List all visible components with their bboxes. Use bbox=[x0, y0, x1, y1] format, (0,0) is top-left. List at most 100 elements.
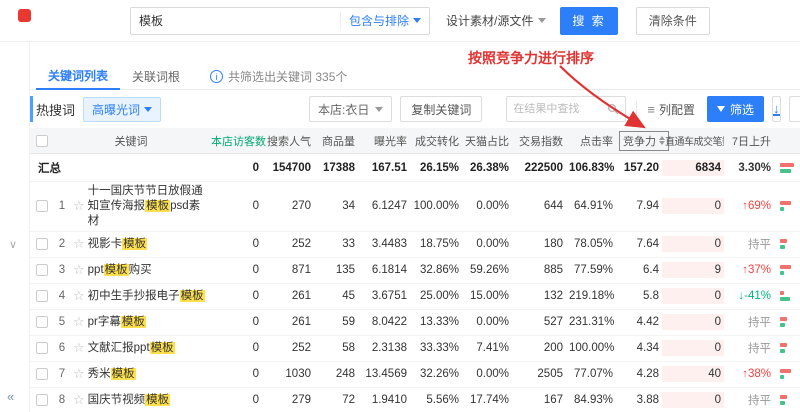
trend-bars bbox=[774, 237, 800, 251]
find-in-results-input[interactable] bbox=[513, 103, 607, 115]
search-icon[interactable] bbox=[607, 103, 619, 115]
table-row[interactable]: 8 ☆ 国庆节视频模板 0 279 72 1.9410 5.56% 17.74%… bbox=[30, 388, 800, 412]
row-checkbox[interactable] bbox=[36, 200, 48, 212]
col-header-keyword[interactable]: 关键词 bbox=[54, 131, 208, 151]
keyword-cell: ☆ 国庆节视频模板 bbox=[70, 390, 208, 410]
include-exclude-select[interactable]: 包含与排除 bbox=[340, 12, 429, 30]
col-header-conversion[interactable]: 成交转化 bbox=[410, 131, 462, 151]
cell-search: 261 bbox=[262, 314, 314, 330]
visualization-settings-button[interactable]: 可视化设置 bbox=[789, 96, 800, 122]
cell-7day-rise: 持平 bbox=[724, 312, 774, 332]
search-button[interactable]: 搜 索 bbox=[560, 7, 617, 35]
row-checkbox[interactable] bbox=[36, 342, 48, 354]
col-header-visitors[interactable]: 本店访客数 bbox=[208, 131, 262, 151]
column-config-button[interactable]: ≡ 列配置 bbox=[636, 101, 695, 118]
cell-7day-rise: 3.30% bbox=[724, 160, 774, 176]
cell-competitiveness: 3.88 bbox=[616, 392, 662, 408]
keyword-highlight: 模板 bbox=[121, 316, 146, 328]
row-checkbox[interactable] bbox=[36, 290, 48, 302]
row-checkbox[interactable] bbox=[36, 238, 48, 250]
table-row[interactable]: 4 ☆ 初中生手抄报电子模板 0 261 45 3.6751 25.00% 15… bbox=[30, 284, 800, 310]
star-icon[interactable]: ☆ bbox=[73, 262, 85, 278]
keyword-search-input[interactable] bbox=[131, 14, 340, 28]
col-header-tmall[interactable]: 天猫占比 bbox=[462, 131, 512, 151]
row-checkbox[interactable] bbox=[36, 368, 48, 380]
trend-bars bbox=[774, 199, 800, 213]
table-toolbar: 热搜词 高曝光词 本店:衣日 复制关键词 ≡ 列配置 bbox=[30, 90, 800, 128]
star-icon[interactable]: ☆ bbox=[73, 366, 85, 382]
summary-label: 汇总 bbox=[30, 158, 208, 178]
row-checkbox[interactable] bbox=[36, 264, 48, 276]
cell-competitiveness: 4.28 bbox=[616, 366, 662, 382]
col-header-exposure[interactable]: 曝光率 bbox=[358, 131, 410, 151]
cell-competitiveness: 4.34 bbox=[616, 340, 662, 356]
table-row[interactable]: 7 ☆ 秀米模板 0 1030 248 13.4569 32.26% 0.00%… bbox=[30, 362, 800, 388]
cell-products: 17388 bbox=[314, 160, 358, 176]
star-icon[interactable]: ☆ bbox=[73, 314, 85, 330]
shop-select-label: 本店:衣日 bbox=[318, 101, 369, 118]
cell-trade-index: 2505 bbox=[512, 366, 566, 382]
table-row[interactable]: 5 ☆ pr字幕模板 0 261 59 8.0422 13.33% 0.00% … bbox=[30, 310, 800, 336]
cell-conversion: 32.26% bbox=[410, 366, 462, 382]
category-select[interactable]: 设计素材/源文件 bbox=[446, 12, 546, 29]
col-header-7day-rise[interactable]: 7日上升 bbox=[724, 131, 774, 151]
keyword-cell: ☆ ppt模板购买 bbox=[70, 260, 208, 280]
cell-search: 252 bbox=[262, 236, 314, 252]
table-row[interactable]: 6 ☆ 文献汇报ppt模板 0 252 58 2.3138 33.33% 7.4… bbox=[30, 336, 800, 362]
table-row[interactable]: 2 ☆ 视影卡模板 0 252 33 3.4483 18.75% 0.00% 1… bbox=[30, 232, 800, 258]
cell-search: 270 bbox=[262, 198, 314, 214]
keyword-highlight: 模板 bbox=[150, 342, 175, 354]
cell-trade-index: 885 bbox=[512, 262, 566, 278]
keyword-highlight: 模板 bbox=[111, 368, 136, 380]
shop-select[interactable]: 本店:衣日 bbox=[309, 96, 392, 122]
cell-visitors: 0 bbox=[208, 340, 262, 356]
col-header-competitiveness[interactable]: 竞争力 bbox=[616, 129, 662, 153]
trend-bars bbox=[774, 341, 800, 355]
chevron-down-icon bbox=[413, 18, 421, 23]
keyword-cell: ☆ 初中生手抄报电子模板 bbox=[70, 286, 208, 306]
keyword-highlight: 模板 bbox=[145, 394, 170, 406]
table-row[interactable]: 1 ☆ 十一国庆节节日放假通知宣传海报模板psd素材 0 270 34 6.12… bbox=[30, 182, 800, 232]
row-index: 5 bbox=[54, 314, 70, 330]
row-index: 2 bbox=[54, 236, 70, 252]
col-header-trade-index[interactable]: 交易指数 bbox=[512, 131, 566, 151]
col-header-search[interactable]: 搜索人气 bbox=[262, 131, 314, 151]
row-checkbox[interactable] bbox=[36, 394, 48, 406]
columns-icon: ≡ bbox=[647, 102, 655, 117]
collapse-sidebar-icon[interactable]: « bbox=[7, 389, 14, 404]
trend-bars bbox=[774, 393, 800, 407]
tab-related-roots[interactable]: 关联词根 bbox=[120, 64, 192, 89]
table-row[interactable]: 3 ☆ ppt模板购买 0 871 135 6.1814 32.86% 59.2… bbox=[30, 258, 800, 284]
col-header-click-rate[interactable]: 点击率 bbox=[566, 131, 616, 151]
cell-ztc-deals: 40 bbox=[662, 366, 724, 382]
filter-button[interactable]: 筛选 bbox=[707, 96, 764, 122]
star-icon[interactable]: ☆ bbox=[73, 288, 85, 304]
row-checkbox[interactable] bbox=[36, 316, 48, 328]
cell-visitors: 0 bbox=[208, 392, 262, 408]
col-header-ztc-deals[interactable]: 直通车成交笔数 bbox=[662, 131, 724, 150]
high-exposure-tag[interactable]: 高曝光词 bbox=[83, 97, 161, 122]
cell-ztc-deals: 0 bbox=[662, 314, 724, 330]
cell-7day-rise: ↓-41% bbox=[724, 288, 774, 304]
row-index: 7 bbox=[54, 366, 70, 382]
download-button[interactable]: ↓ bbox=[772, 96, 781, 122]
trend-bars bbox=[774, 289, 800, 303]
star-icon[interactable]: ☆ bbox=[73, 340, 85, 356]
keyword-text: 初中生手抄报电子 bbox=[88, 290, 180, 302]
keyword-cell: ☆ 视影卡模板 bbox=[70, 234, 208, 254]
star-icon[interactable]: ☆ bbox=[73, 198, 85, 214]
cell-conversion: 25.00% bbox=[410, 288, 462, 304]
chevron-down-icon[interactable]: ∨ bbox=[9, 238, 17, 251]
tab-keyword-list[interactable]: 关键词列表 bbox=[36, 63, 120, 90]
star-icon[interactable]: ☆ bbox=[73, 392, 85, 408]
cell-conversion: 32.86% bbox=[410, 262, 462, 278]
keyword-highlight: 模板 bbox=[122, 238, 147, 250]
col-header-products[interactable]: 商品量 bbox=[314, 131, 358, 151]
keyword-cell: ☆ 秀米模板 bbox=[70, 364, 208, 384]
cell-visitors: 0 bbox=[208, 314, 262, 330]
select-all-checkbox[interactable] bbox=[36, 135, 48, 147]
cell-trade-index: 132 bbox=[512, 288, 566, 304]
star-icon[interactable]: ☆ bbox=[73, 236, 85, 252]
copy-keywords-button[interactable]: 复制关键词 bbox=[400, 96, 482, 122]
clear-conditions-button[interactable]: 清除条件 bbox=[636, 7, 710, 35]
